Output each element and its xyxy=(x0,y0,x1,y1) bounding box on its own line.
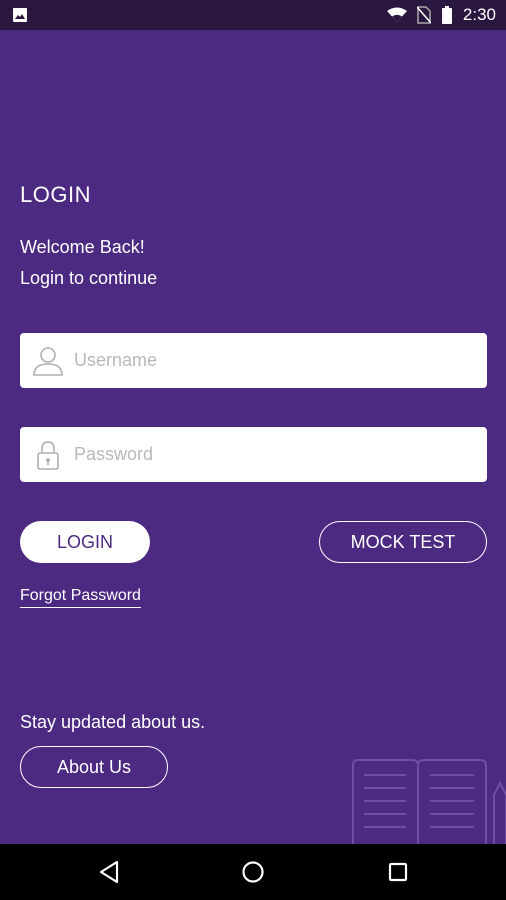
subtitle-text: Login to continue xyxy=(20,268,158,288)
login-button[interactable]: LOGIN xyxy=(20,521,150,563)
back-icon xyxy=(99,860,119,884)
username-input[interactable] xyxy=(74,350,454,371)
welcome-text: Welcome Back! xyxy=(20,237,145,257)
user-icon xyxy=(33,346,63,376)
status-bar: 2:30 xyxy=(0,0,506,30)
about-us-button[interactable]: About Us xyxy=(20,746,168,788)
login-screen: LOGIN Welcome Back! Login to continue LO… xyxy=(0,30,506,847)
image-icon xyxy=(13,8,27,22)
recents-button[interactable] xyxy=(382,856,414,888)
home-button[interactable] xyxy=(237,856,269,888)
clock: 2:30 xyxy=(462,5,496,24)
battery-icon xyxy=(441,6,452,24)
back-button[interactable] xyxy=(93,856,125,888)
forgot-password-link[interactable]: Forgot Password xyxy=(20,587,141,608)
stay-updated-text: Stay updated about us. xyxy=(20,712,206,732)
password-field[interactable] xyxy=(20,427,487,482)
navigation-bar xyxy=(0,844,506,900)
status-icons: 2:30 xyxy=(386,0,496,30)
password-input[interactable] xyxy=(74,444,454,465)
lock-icon xyxy=(37,440,59,470)
no-sim-icon xyxy=(416,6,431,24)
mock-test-button[interactable]: MOCK TEST xyxy=(319,521,487,563)
book-illustration-icon xyxy=(352,759,506,847)
username-field[interactable] xyxy=(20,333,487,388)
wifi-icon xyxy=(386,7,407,22)
recents-icon xyxy=(388,862,408,882)
page-title: LOGIN xyxy=(20,182,91,207)
home-icon xyxy=(242,861,264,883)
